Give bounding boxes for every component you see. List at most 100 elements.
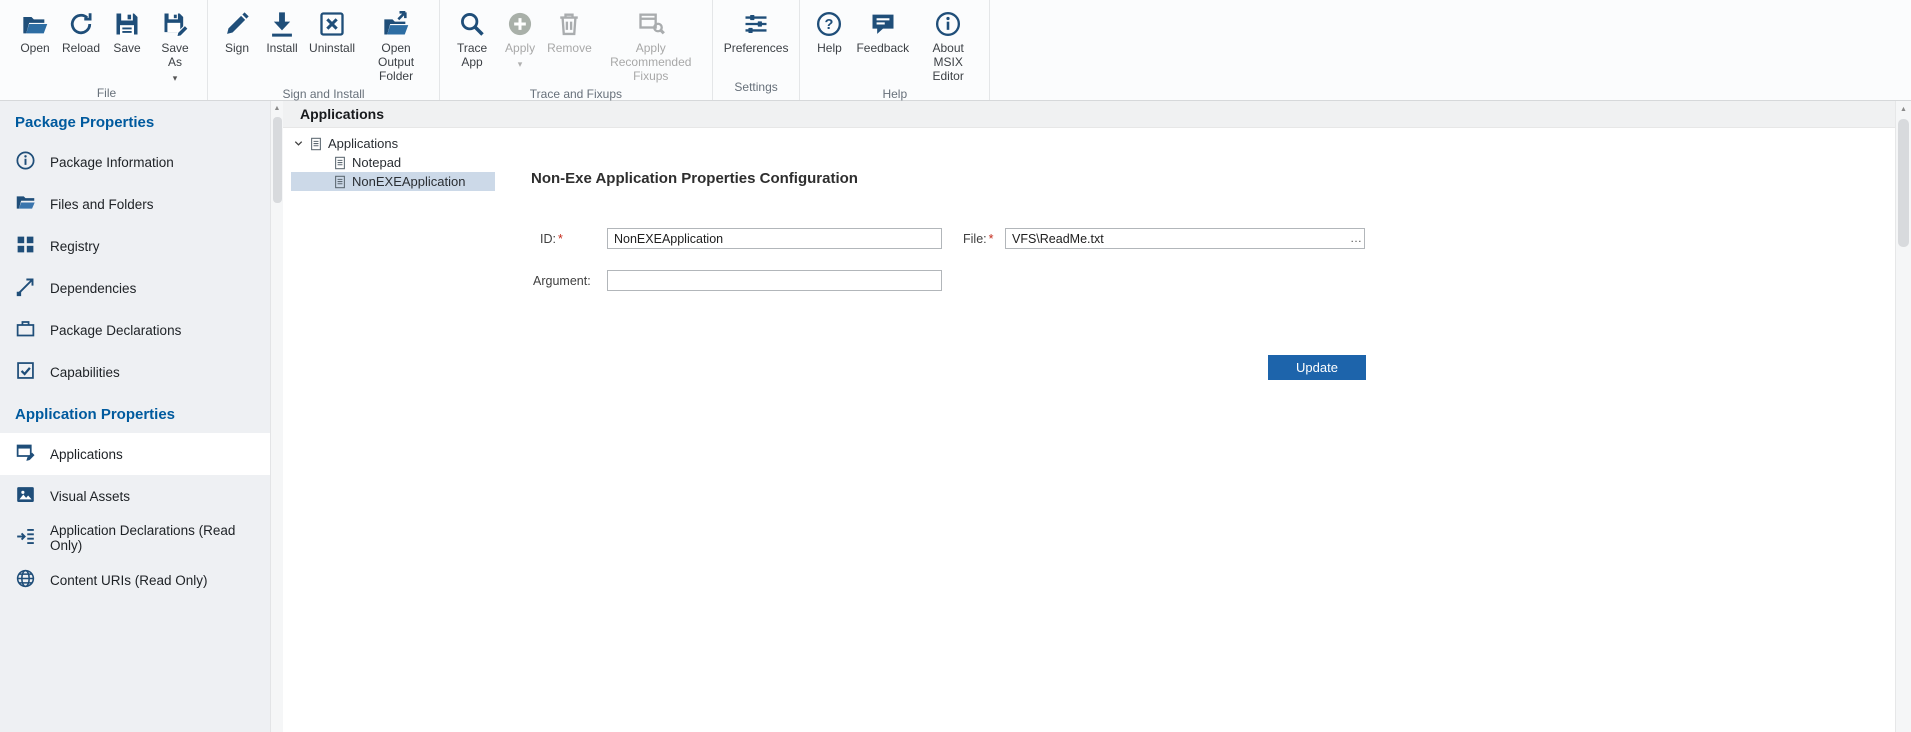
ribbon-group-trace-fixups: Trace App Apply ▾ Remove Apply Recommend… [440, 0, 713, 100]
open-folder-icon [21, 8, 49, 39]
feedback-button[interactable]: Feedback [853, 7, 912, 57]
chevron-down-icon[interactable] [293, 138, 304, 149]
sidebar-scrollbar[interactable]: ▲ [270, 101, 283, 732]
sidebar-item-files-and-folders[interactable]: Files and Folders [0, 183, 270, 225]
download-arrow-icon [268, 8, 296, 39]
ribbon-group-sign-install: Sign Install Uninstall Open Output Folde… [208, 0, 440, 100]
info-circle-icon [15, 150, 36, 174]
sidebar-item-label: Content URIs (Read Only) [50, 573, 208, 588]
install-button[interactable]: Install [261, 7, 303, 57]
ribbon-group-settings: Preferences Settings [713, 0, 801, 100]
document-icon [333, 175, 347, 189]
open-button[interactable]: Open [14, 7, 56, 57]
apply-button[interactable]: Apply ▾ [499, 7, 541, 69]
update-button[interactable]: Update [1268, 355, 1366, 380]
trace-app-button-label: Trace App [451, 42, 493, 70]
preferences-button[interactable]: Preferences [721, 7, 792, 57]
output-folder-icon [382, 8, 410, 39]
sidebar-item-dependencies[interactable]: Dependencies [0, 267, 270, 309]
sidebar-item-registry[interactable]: Registry [0, 225, 270, 267]
sidebar-item-label: Application Declarations (Read Only) [50, 523, 255, 553]
sidebar-item-label: Visual Assets [50, 489, 130, 504]
sidebar-item-label: Files and Folders [50, 197, 154, 212]
about-msix-editor-button[interactable]: About MSIX Editor [915, 7, 981, 84]
ribbon-toolbar: Open Reload Save Save As ▾ File Sign [0, 0, 1911, 101]
save-as-icon [161, 8, 189, 39]
sign-button[interactable]: Sign [216, 7, 258, 57]
required-asterisk: * [558, 232, 563, 246]
trace-app-button[interactable]: Trace App [448, 7, 496, 71]
sidebar-item-content-uris[interactable]: Content URIs (Read Only) [0, 559, 270, 601]
file-field-wrap: … [1005, 228, 1365, 249]
sidebar-item-applications[interactable]: Applications [0, 433, 270, 475]
document-icon [309, 137, 323, 151]
main-scrollbar[interactable]: ▲ [1895, 101, 1911, 732]
apply-button-label: Apply [505, 42, 535, 56]
scroll-up-arrow-icon[interactable]: ▲ [271, 101, 283, 116]
uninstall-button-label: Uninstall [309, 42, 355, 56]
sidebar-scrollbar-thumb[interactable] [273, 117, 282, 203]
open-output-folder-button[interactable]: Open Output Folder [361, 7, 431, 84]
registry-blocks-icon [15, 234, 36, 258]
remove-button[interactable]: Remove [544, 7, 595, 57]
magnifier-icon [458, 8, 486, 39]
page-title-bar: Applications [283, 101, 1895, 128]
id-field-label-text: ID: [540, 232, 556, 246]
save-button[interactable]: Save [106, 7, 148, 57]
sidebar-item-package-information[interactable]: Package Information [0, 141, 270, 183]
arrow-list-icon [15, 526, 36, 550]
sidebar: Package Properties Package Information F… [0, 101, 270, 732]
install-button-label: Install [266, 42, 297, 56]
sign-button-label: Sign [225, 42, 249, 56]
preferences-button-label: Preferences [724, 42, 789, 56]
argument-field[interactable] [607, 270, 942, 291]
sidebar-item-package-declarations[interactable]: Package Declarations [0, 309, 270, 351]
pencil-icon [223, 8, 251, 39]
tree-node-label: NonEXEApplication [352, 174, 465, 189]
question-circle-icon: ? [815, 8, 843, 39]
sidebar-item-application-declarations[interactable]: Application Declarations (Read Only) [0, 517, 270, 559]
sidebar-section-title-application-properties: Application Properties [0, 393, 270, 433]
sidebar-item-label: Applications [50, 447, 123, 462]
image-icon [15, 484, 36, 508]
id-field[interactable] [607, 228, 942, 249]
feedback-bubble-icon [869, 8, 897, 39]
save-button-label: Save [113, 42, 140, 56]
main-scrollbar-thumb[interactable] [1898, 119, 1909, 247]
ribbon-group-file: Open Reload Save Save As ▾ File [6, 0, 208, 100]
save-as-button[interactable]: Save As ▾ [151, 7, 199, 83]
tree-node-applications[interactable]: Applications [283, 134, 495, 153]
document-icon [333, 156, 347, 170]
tree-node-nonexeapplication[interactable]: NonEXEApplication [291, 172, 495, 191]
reload-button[interactable]: Reload [59, 7, 103, 57]
open-output-folder-button-label: Open Output Folder [364, 42, 428, 83]
save-as-button-label: Save As [154, 42, 196, 70]
scroll-up-arrow-icon[interactable]: ▲ [1896, 101, 1911, 117]
help-button[interactable]: ? Help [808, 7, 850, 57]
remove-button-label: Remove [547, 42, 592, 56]
sidebar-item-visual-assets[interactable]: Visual Assets [0, 475, 270, 517]
tree-node-notepad[interactable]: Notepad [291, 153, 495, 172]
dependencies-arrow-icon [15, 276, 36, 300]
info-circle-icon [934, 8, 962, 39]
apply-recommended-fixups-button-label: Apply Recommended Fixups [601, 42, 701, 83]
feedback-button-label: Feedback [856, 42, 909, 56]
file-field[interactable] [1005, 228, 1365, 249]
apply-recommended-fixups-button[interactable]: Apply Recommended Fixups [598, 7, 704, 84]
browse-button[interactable]: … [1350, 229, 1362, 248]
sidebar-item-capabilities[interactable]: Capabilities [0, 351, 270, 393]
sliders-icon [742, 8, 770, 39]
x-box-icon [318, 8, 346, 39]
uninstall-button[interactable]: Uninstall [306, 7, 358, 57]
reload-icon [67, 8, 95, 39]
sidebar-section-title-package-properties: Package Properties [0, 101, 270, 141]
argument-field-label-text: Argument: [533, 274, 591, 288]
svg-text:?: ? [825, 17, 834, 33]
file-field-label-text: File: [963, 232, 987, 246]
ribbon-group-help: ? Help Feedback About MSIX Editor Help [800, 0, 990, 100]
open-button-label: Open [20, 42, 49, 56]
id-field-label: ID:* [540, 232, 563, 246]
main-content: Applications Applications Notepad NonEXE… [283, 101, 1895, 732]
sidebar-item-label: Package Information [50, 155, 174, 170]
ribbon-group-label-settings: Settings [721, 77, 792, 100]
